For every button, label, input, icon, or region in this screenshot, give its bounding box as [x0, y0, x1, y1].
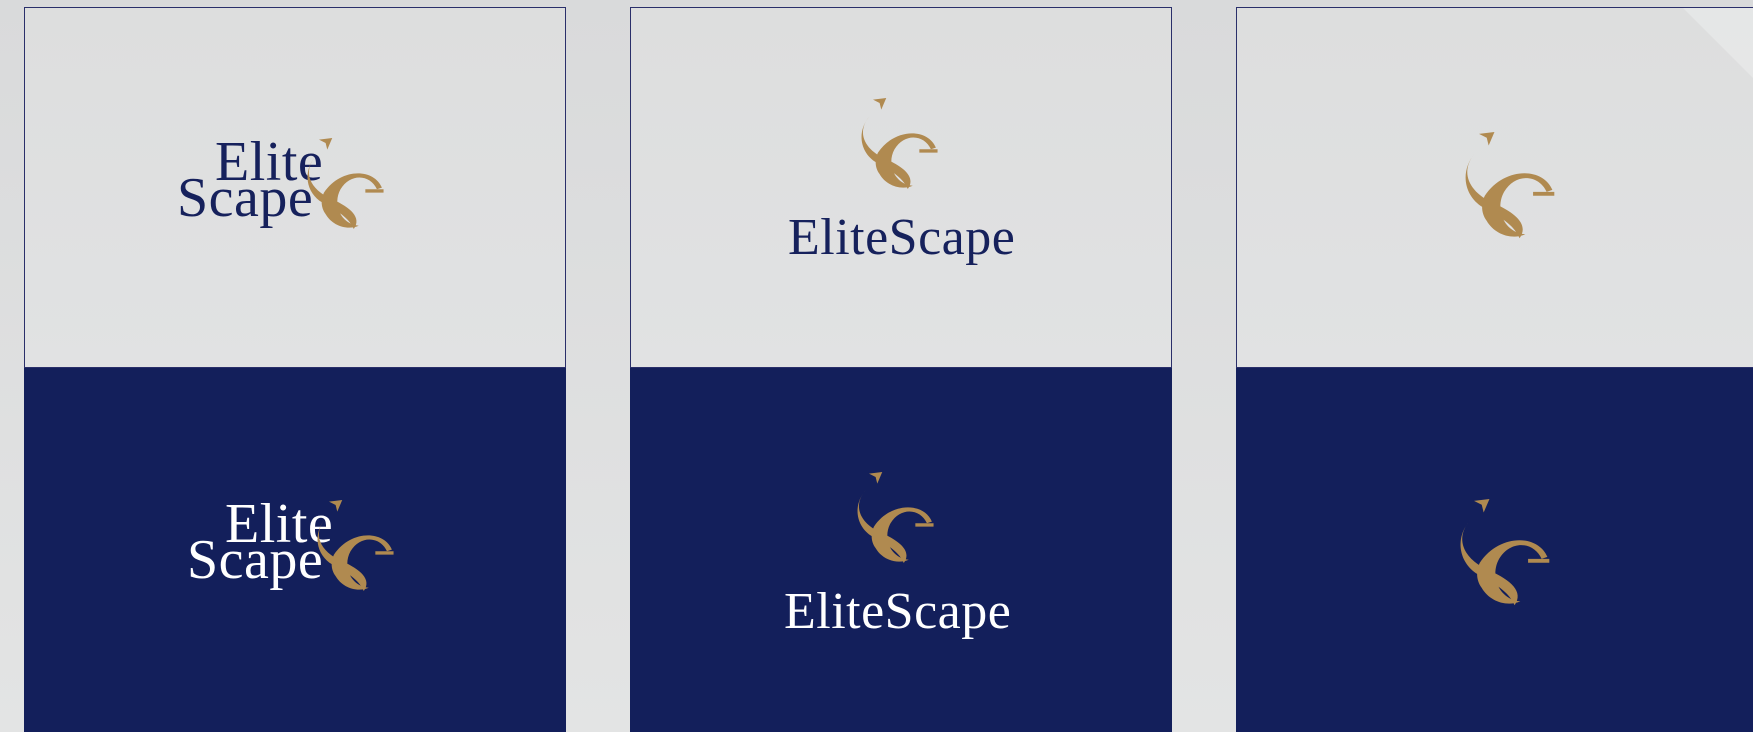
se-monogram-icon: [307, 138, 384, 230]
se-monogram-icon: [1465, 132, 1555, 239]
navy-background: EliteScape: [630, 368, 1172, 732]
se-monogram-icon: [857, 472, 934, 564]
logo-panel-monogram: [1236, 7, 1753, 732]
se-monogram-icon: [1460, 499, 1550, 606]
light-background: Elite Scape: [24, 7, 566, 368]
se-monogram-icon: [861, 98, 938, 190]
navy-background: [1236, 368, 1753, 732]
logo-panel-stacked: Elite Scape Elite Scape: [24, 7, 566, 732]
se-monogram-icon: [317, 500, 394, 592]
logo-panel-vertical: EliteScape EliteScape: [630, 7, 1172, 732]
navy-background: Elite Scape: [24, 368, 566, 732]
wordmark-full: EliteScape: [788, 209, 1016, 266]
light-background: [1236, 7, 1753, 368]
logo-sheet: Elite Scape Elite Scape EliteScape Elite…: [0, 0, 1753, 732]
light-background: EliteScape: [630, 7, 1172, 368]
page-corner: [1683, 8, 1753, 78]
wordmark-full: EliteScape: [784, 583, 1012, 640]
